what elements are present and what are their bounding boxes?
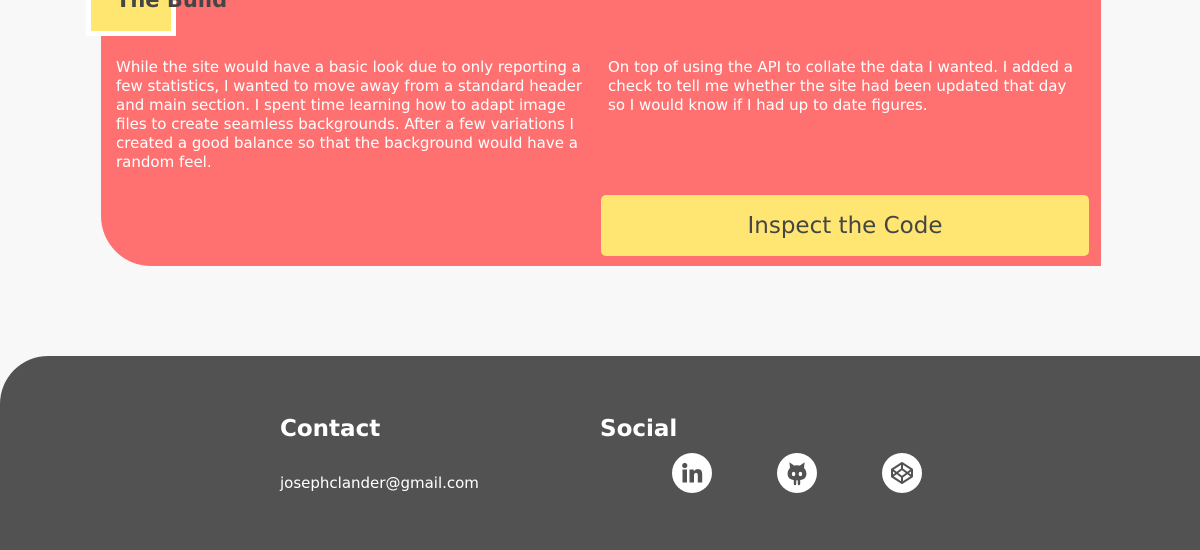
email-link[interactable]: josephclander@gmail.com: [280, 474, 479, 492]
build-title: The Build: [116, 0, 228, 12]
build-description-left: While the site would have a basic look d…: [116, 58, 583, 171]
social-heading: Social: [600, 416, 678, 442]
contact-heading: Contact: [280, 416, 381, 442]
inspect-code-button[interactable]: Inspect the Code: [601, 195, 1089, 256]
github-icon[interactable]: [777, 453, 817, 493]
build-description-right: On top of using the API to collate the d…: [608, 58, 1073, 114]
footer: [0, 356, 1200, 550]
codepen-icon[interactable]: [882, 453, 922, 493]
linkedin-icon[interactable]: [672, 453, 712, 493]
